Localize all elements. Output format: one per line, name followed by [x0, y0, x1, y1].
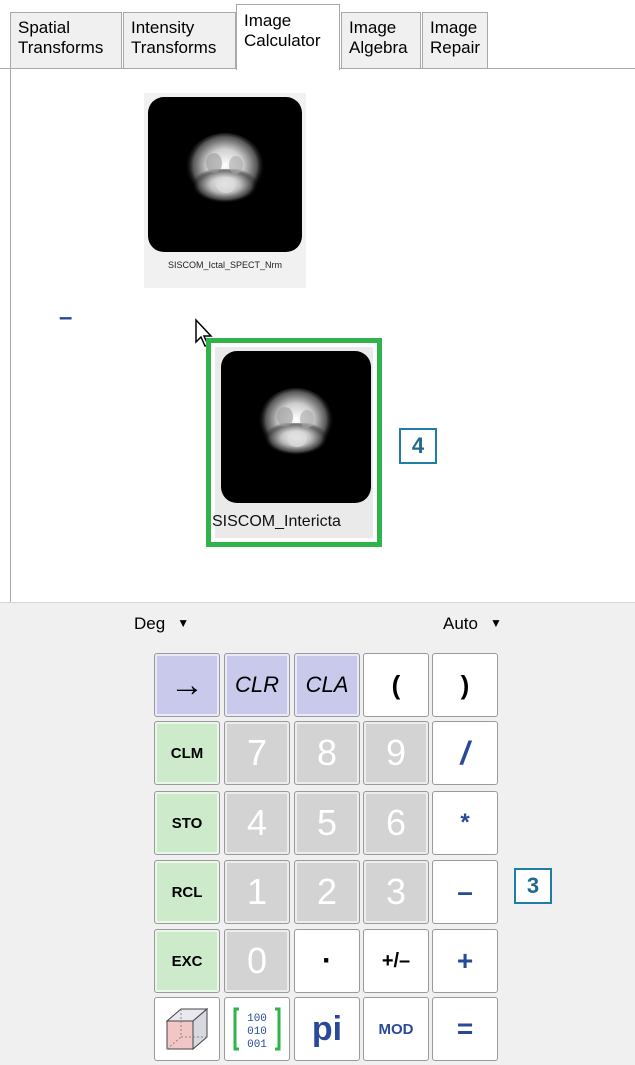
- digit-7-button[interactable]: 7: [224, 721, 290, 785]
- callout-label-3: 3: [514, 868, 552, 904]
- calculator-keypad: → CLR CLA ( ) CLM 7 8 9 / STO 4 5 6 * RC…: [0, 646, 635, 1065]
- equals-button[interactable]: =: [432, 997, 498, 1061]
- operator-minus: –: [59, 304, 73, 331]
- number-format-value: Auto: [443, 614, 478, 633]
- cube-icon: [165, 1007, 209, 1051]
- image-caption-ictal: SISCOM_Ictal_SPECT_Nrm: [167, 260, 283, 270]
- digit-8-button[interactable]: 8: [294, 721, 360, 785]
- chevron-down-icon: ▼: [489, 616, 502, 630]
- divide-button[interactable]: /: [432, 721, 498, 785]
- tab-intensity-transforms[interactable]: Intensity Transforms: [123, 12, 236, 68]
- digit-2-button[interactable]: 2: [294, 860, 360, 924]
- sto-button[interactable]: STO: [154, 791, 220, 855]
- multiply-button[interactable]: *: [432, 791, 498, 855]
- image-thumbnail-ictal[interactable]: SISCOM_Ictal_SPECT_Nrm: [144, 93, 306, 288]
- cube-volume-button[interactable]: [154, 997, 220, 1061]
- callout-label-4: 4: [399, 428, 437, 464]
- image-caption-interictal: SISCOM_Intericta: [212, 513, 341, 530]
- open-paren-button[interactable]: (: [363, 653, 429, 717]
- digit-3-button[interactable]: 3: [363, 860, 429, 924]
- digit-5-button[interactable]: 5: [294, 791, 360, 855]
- tab-bar: Spatial Transforms Intensity Transforms …: [0, 0, 635, 70]
- decimal-point-button[interactable]: ·: [294, 929, 360, 993]
- digit-9-button[interactable]: 9: [363, 721, 429, 785]
- enter-arrow-button[interactable]: →: [154, 653, 220, 717]
- binary-matrix-icon: 100 010 001: [233, 1007, 281, 1051]
- tab-spatial-transforms[interactable]: Spatial Transforms: [10, 12, 122, 68]
- tab-image-calculator[interactable]: Image Calculator: [236, 4, 340, 70]
- tab-image-algebra[interactable]: Image Algebra: [341, 12, 421, 68]
- close-paren-button[interactable]: ): [432, 653, 498, 717]
- interictal-spect-image: [221, 351, 371, 503]
- tab-image-repair[interactable]: Image Repair: [422, 12, 488, 68]
- svg-text:100: 100: [247, 1013, 267, 1025]
- angle-mode-dropdown[interactable]: Deg ▼: [134, 614, 189, 634]
- ictal-spect-image: [148, 97, 302, 252]
- mod-button[interactable]: MOD: [363, 997, 429, 1061]
- add-button[interactable]: +: [432, 929, 498, 993]
- clr-button[interactable]: CLR: [224, 653, 290, 717]
- pi-button[interactable]: pi: [294, 997, 360, 1061]
- svg-text:010: 010: [247, 1026, 267, 1038]
- plus-minus-button[interactable]: +/–: [363, 929, 429, 993]
- binary-matrix-button[interactable]: 100 010 001: [224, 997, 290, 1061]
- subtract-button[interactable]: –: [432, 860, 498, 924]
- digit-0-button[interactable]: 0: [224, 929, 290, 993]
- clm-button[interactable]: CLM: [154, 721, 220, 785]
- number-format-dropdown[interactable]: Auto ▼: [443, 614, 502, 634]
- digit-4-button[interactable]: 4: [224, 791, 290, 855]
- digit-1-button[interactable]: 1: [224, 860, 290, 924]
- image-thumbnail-interictal[interactable]: SISCOM_Intericta: [206, 338, 382, 547]
- mode-bar: Deg ▼ Auto ▼: [0, 602, 635, 648]
- rcl-button[interactable]: RCL: [154, 860, 220, 924]
- cla-button[interactable]: CLA: [294, 653, 360, 717]
- angle-mode-value: Deg: [134, 614, 166, 633]
- chevron-down-icon: ▼: [177, 616, 190, 630]
- panel-border: [10, 68, 11, 603]
- digit-6-button[interactable]: 6: [363, 791, 429, 855]
- svg-text:001: 001: [247, 1039, 267, 1051]
- exc-button[interactable]: EXC: [154, 929, 220, 993]
